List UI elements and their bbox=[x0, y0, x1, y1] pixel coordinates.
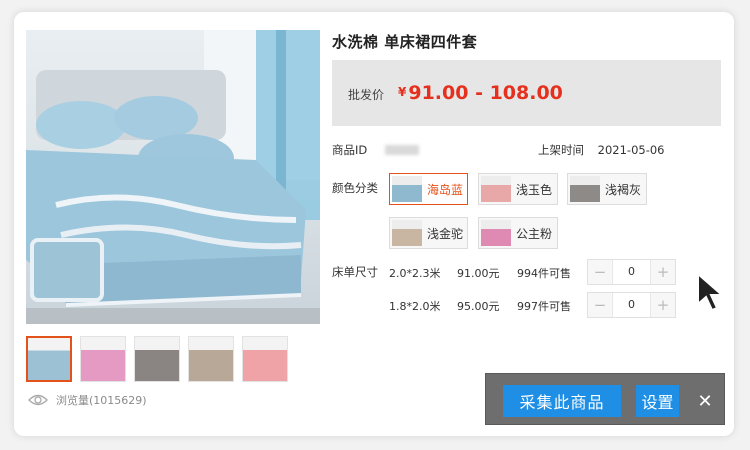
product-id-redacted bbox=[385, 145, 420, 155]
view-count: 浏览量(1015629) bbox=[28, 392, 147, 408]
size-value: 2.0*2.3米 bbox=[389, 267, 441, 280]
price-label: 批发价 bbox=[348, 88, 385, 102]
bedding-illustration bbox=[26, 30, 320, 324]
price-panel: 批发价 ¥91.00 - 108.00 bbox=[332, 60, 721, 126]
color-option-label: 海岛蓝 bbox=[427, 182, 464, 197]
listed-date-row: 上架时间 2021-05-06 bbox=[538, 142, 665, 158]
thumbnail-3[interactable] bbox=[134, 336, 180, 382]
thumbnail-1[interactable] bbox=[26, 336, 72, 382]
increment-button[interactable]: + bbox=[651, 260, 675, 284]
price-value: ¥91.00 - 108.00 bbox=[398, 82, 563, 104]
quantity-value[interactable]: 0 bbox=[612, 260, 651, 284]
color-option-gongzhufen[interactable]: 公主粉 bbox=[478, 217, 558, 249]
size-label: 床单尺寸 bbox=[332, 265, 378, 279]
currency-symbol: ¥ bbox=[398, 85, 407, 99]
quantity-stepper[interactable]: − 0 + bbox=[587, 292, 676, 318]
color-option-haidaolan[interactable]: 海岛蓝 bbox=[389, 173, 468, 205]
color-option-qianyuse[interactable]: 浅玉色 bbox=[478, 173, 558, 205]
price-range: 91.00 - 108.00 bbox=[408, 82, 563, 104]
thumbnail-5[interactable] bbox=[242, 336, 288, 382]
increment-button[interactable]: + bbox=[651, 293, 675, 317]
color-label: 颜色分类 bbox=[332, 181, 378, 195]
color-swatch bbox=[481, 220, 511, 246]
product-id-row: 商品ID bbox=[332, 142, 420, 158]
size-row: 1.8*2.0米 95.00元 997件可售 bbox=[389, 298, 571, 314]
product-id-label: 商品ID bbox=[332, 143, 368, 157]
color-option-label: 公主粉 bbox=[516, 226, 553, 241]
color-option-label: 浅褐灰 bbox=[605, 182, 642, 197]
size-row: 2.0*2.3米 91.00元 994件可售 bbox=[389, 265, 571, 281]
color-swatch bbox=[392, 220, 422, 246]
color-swatch bbox=[392, 176, 422, 202]
color-option-qianhehui[interactable]: 浅褐灰 bbox=[567, 173, 647, 205]
size-stock: 994件可售 bbox=[517, 267, 571, 280]
listed-label: 上架时间 bbox=[538, 143, 584, 157]
settings-button[interactable]: 设置 bbox=[636, 385, 679, 417]
eye-icon bbox=[28, 394, 48, 406]
view-count-text: 浏览量(1015629) bbox=[56, 394, 147, 407]
collect-toolbar: 采集此商品 设置 ✕ bbox=[485, 373, 725, 425]
color-swatch bbox=[481, 176, 511, 202]
thumbnail-4[interactable] bbox=[188, 336, 234, 382]
mouse-cursor-icon bbox=[697, 272, 725, 312]
quantity-stepper[interactable]: − 0 + bbox=[587, 259, 676, 285]
thumbnail-2[interactable] bbox=[80, 336, 126, 382]
thumbnail-strip bbox=[26, 336, 288, 382]
quantity-value[interactable]: 0 bbox=[612, 293, 651, 317]
main-product-image[interactable] bbox=[26, 30, 320, 324]
color-option-qianjintuo[interactable]: 浅金驼 bbox=[389, 217, 468, 249]
decrement-button[interactable]: − bbox=[588, 293, 612, 317]
size-price: 91.00元 bbox=[457, 267, 500, 280]
product-title: 水洗棉 单床裙四件套 bbox=[332, 33, 478, 51]
size-value: 1.8*2.0米 bbox=[389, 300, 441, 313]
close-icon[interactable]: ✕ bbox=[694, 390, 716, 412]
color-option-label: 浅金驼 bbox=[427, 226, 464, 241]
size-stock: 997件可售 bbox=[517, 300, 571, 313]
color-swatch bbox=[570, 176, 600, 202]
size-price: 95.00元 bbox=[457, 300, 500, 313]
color-option-label: 浅玉色 bbox=[516, 182, 553, 197]
decrement-button[interactable]: − bbox=[588, 260, 612, 284]
collect-product-button[interactable]: 采集此商品 bbox=[503, 385, 621, 417]
listed-date: 2021-05-06 bbox=[597, 143, 665, 157]
